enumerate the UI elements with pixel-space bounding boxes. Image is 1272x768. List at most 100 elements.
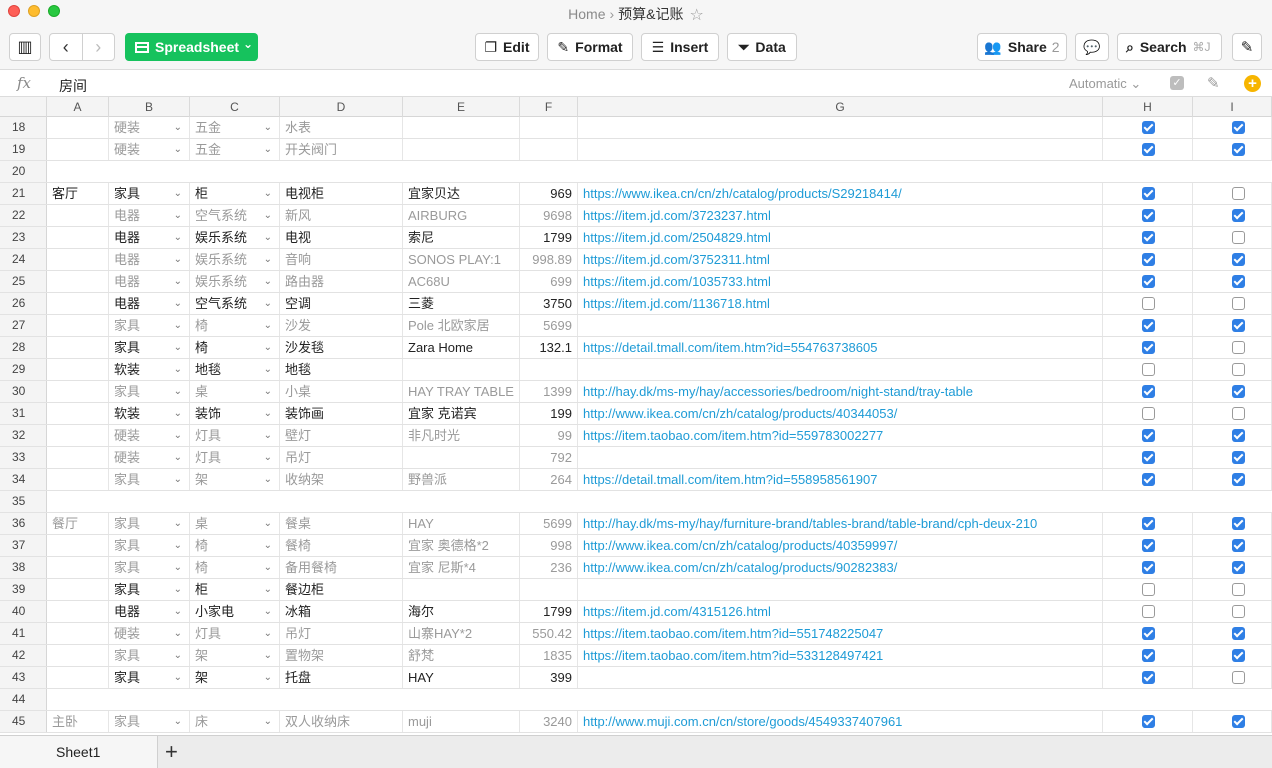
spreadsheet-menu-button[interactable]: Spreadsheet ⌄ — [125, 33, 258, 61]
cell-d[interactable]: 冰箱 — [280, 601, 403, 622]
chevron-down-icon[interactable]: ⌄ — [264, 271, 272, 292]
checkbox-unchecked[interactable] — [1232, 297, 1245, 310]
chevron-down-icon[interactable]: ⌄ — [174, 579, 182, 600]
row-number[interactable]: 29 — [0, 359, 47, 380]
cell-i[interactable] — [1193, 293, 1272, 314]
cell-i[interactable] — [1193, 403, 1272, 424]
row-number[interactable]: 30 — [0, 381, 47, 402]
chevron-down-icon[interactable]: ⌄ — [174, 315, 182, 336]
cell-c[interactable]: 架 ⌄ — [190, 667, 280, 688]
chevron-down-icon[interactable]: ⌄ — [174, 645, 182, 666]
cell-i[interactable] — [1193, 249, 1272, 270]
cell-g[interactable]: http://www.muji.com.cn/cn/store/goods/45… — [578, 711, 1103, 732]
cell-h[interactable] — [1103, 381, 1193, 402]
cell-d[interactable]: 路由器 — [280, 271, 403, 292]
checkbox-checked[interactable] — [1232, 429, 1245, 442]
cell-h[interactable] — [1103, 425, 1193, 446]
cell-h[interactable] — [1103, 315, 1193, 336]
data-button[interactable]: ⏷ Data — [727, 33, 797, 61]
cell-h[interactable] — [1103, 557, 1193, 578]
cell-a[interactable] — [47, 601, 109, 622]
cell-i[interactable] — [1193, 447, 1272, 468]
cell-i[interactable] — [1193, 183, 1272, 204]
chevron-down-icon[interactable]: ⌄ — [174, 447, 182, 468]
cell-c[interactable]: 柜 ⌄ — [190, 579, 280, 600]
checkbox-unchecked[interactable] — [1142, 297, 1155, 310]
chevron-down-icon[interactable]: ⌄ — [174, 271, 182, 292]
edit-button[interactable]: ❐ Edit — [475, 33, 539, 61]
column-header-c[interactable]: C — [190, 97, 280, 117]
checkbox-checked[interactable] — [1232, 385, 1245, 398]
row-number[interactable]: 22 — [0, 205, 47, 226]
chevron-down-icon[interactable]: ⌄ — [264, 645, 272, 666]
checkbox-checked[interactable] — [1142, 253, 1155, 266]
chevron-down-icon[interactable]: ⌄ — [264, 337, 272, 358]
cell-b[interactable]: 硬装 ⌄ — [109, 447, 190, 468]
cell-i[interactable] — [1193, 535, 1272, 556]
cell-g[interactable]: https://www.ikea.cn/cn/zh/catalog/produc… — [578, 183, 1103, 204]
cell-h[interactable] — [1103, 293, 1193, 314]
chevron-down-icon[interactable]: ⌄ — [174, 535, 182, 556]
checkbox-checked[interactable] — [1142, 473, 1155, 486]
column-header-a[interactable]: A — [47, 97, 109, 117]
cell-i[interactable] — [1193, 359, 1272, 380]
row-number[interactable]: 31 — [0, 403, 47, 424]
cell-i[interactable] — [1193, 227, 1272, 248]
cell-f[interactable]: 5699 — [520, 315, 578, 336]
chevron-down-icon[interactable]: ⌄ — [264, 469, 272, 490]
cell-c[interactable]: 柜 ⌄ — [190, 183, 280, 204]
row-number[interactable]: 32 — [0, 425, 47, 446]
chevron-down-icon[interactable]: ⌄ — [264, 381, 272, 402]
cell-e[interactable]: 索尼 — [403, 227, 520, 248]
checkbox-checked[interactable] — [1142, 627, 1155, 640]
cell-b[interactable]: 电器 ⌄ — [109, 271, 190, 292]
checkbox-checked[interactable] — [1142, 429, 1155, 442]
cell-b[interactable]: 电器 ⌄ — [109, 227, 190, 248]
chevron-down-icon[interactable]: ⌄ — [174, 183, 182, 204]
checkbox-checked[interactable] — [1142, 385, 1155, 398]
row-number[interactable]: 35 — [0, 491, 47, 512]
checkbox-checked[interactable] — [1232, 451, 1245, 464]
cell-d[interactable]: 地毯 — [280, 359, 403, 380]
checkbox-checked[interactable] — [1142, 209, 1155, 222]
checkbox-checked[interactable] — [1232, 319, 1245, 332]
cell-c[interactable]: 灯具 ⌄ — [190, 623, 280, 644]
sidebar-toggle-button[interactable]: ▥ — [9, 33, 41, 61]
checkbox-checked[interactable] — [1142, 187, 1155, 200]
cell-b[interactable]: 家具 ⌄ — [109, 513, 190, 534]
format-button[interactable]: ✎ Format — [547, 33, 633, 61]
cell-d[interactable]: 吊灯 — [280, 447, 403, 468]
cell-b[interactable]: 软装 ⌄ — [109, 403, 190, 424]
chevron-down-icon[interactable]: ⌄ — [174, 359, 182, 380]
cell-g[interactable]: https://item.jd.com/3723237.html — [578, 205, 1103, 226]
cell-c[interactable]: 椅 ⌄ — [190, 557, 280, 578]
cell-a[interactable] — [47, 227, 109, 248]
chevron-down-icon[interactable]: ⌄ — [264, 315, 272, 336]
cell-g[interactable] — [578, 667, 1103, 688]
cell-b[interactable]: 家具 ⌄ — [109, 337, 190, 358]
checkbox-checked[interactable] — [1142, 275, 1155, 288]
cell-e[interactable]: 海尔 — [403, 601, 520, 622]
chevron-down-icon[interactable]: ⌄ — [264, 579, 272, 600]
cell-i[interactable] — [1193, 601, 1272, 622]
cell-g[interactable] — [578, 579, 1103, 600]
cell-c[interactable]: 架 ⌄ — [190, 469, 280, 490]
cell-f[interactable]: 236 — [520, 557, 578, 578]
cell-b[interactable]: 硬装 ⌄ — [109, 623, 190, 644]
checkbox-unchecked[interactable] — [1142, 605, 1155, 618]
cell-f[interactable]: 99 — [520, 425, 578, 446]
cell-f[interactable]: 264 — [520, 469, 578, 490]
row-number[interactable]: 43 — [0, 667, 47, 688]
cell-h[interactable] — [1103, 667, 1193, 688]
chevron-down-icon[interactable]: ⌄ — [174, 623, 182, 644]
cell-c[interactable]: 床 ⌄ — [190, 711, 280, 732]
cell-a[interactable] — [47, 579, 109, 600]
checkbox-checked[interactable] — [1232, 473, 1245, 486]
row-number[interactable]: 24 — [0, 249, 47, 270]
cell-a[interactable] — [47, 557, 109, 578]
cell-a[interactable] — [47, 381, 109, 402]
cell-h[interactable] — [1103, 711, 1193, 732]
cell-g[interactable]: http://www.ikea.com/cn/zh/catalog/produc… — [578, 557, 1103, 578]
cell-d[interactable]: 备用餐椅 — [280, 557, 403, 578]
cell-a[interactable] — [47, 293, 109, 314]
